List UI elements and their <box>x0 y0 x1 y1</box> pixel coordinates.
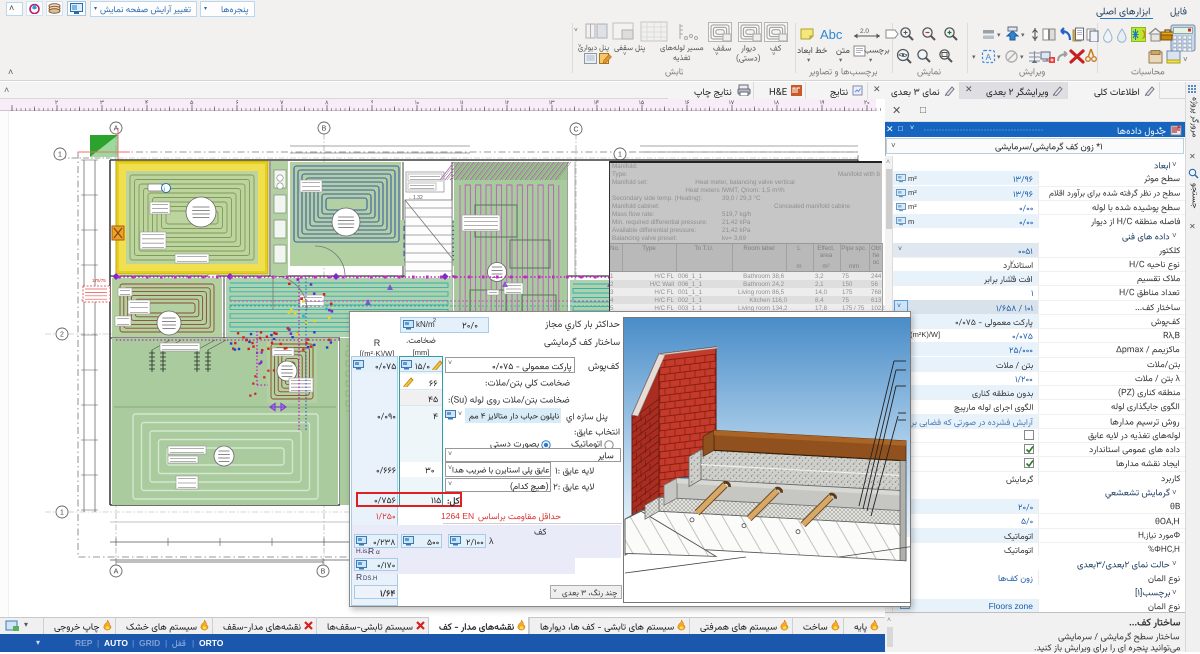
svg-text:1: 1 <box>58 152 62 159</box>
svg-text:B: B <box>321 569 326 576</box>
svg-text:C: C <box>573 127 578 134</box>
svg-text:A: A <box>986 52 992 62</box>
svg-text:1: 1 <box>60 510 64 517</box>
svg-text:i: i <box>164 187 165 193</box>
svg-text:1: 1 <box>618 152 622 159</box>
svg-text:B: B <box>322 126 327 133</box>
svg-text:175/75: 175/75 <box>92 278 106 283</box>
svg-text:2: 2 <box>60 332 64 339</box>
svg-text:A: A <box>114 569 119 576</box>
